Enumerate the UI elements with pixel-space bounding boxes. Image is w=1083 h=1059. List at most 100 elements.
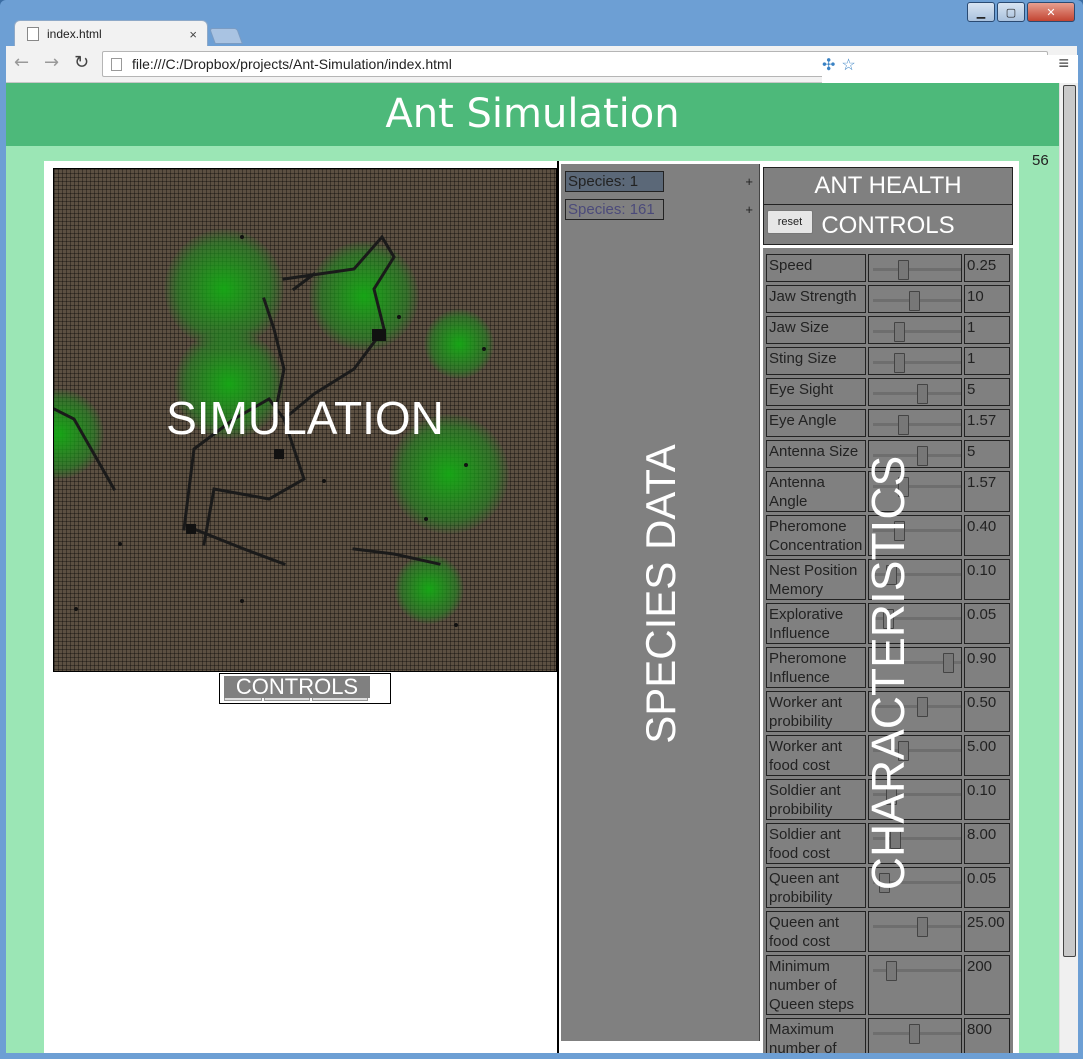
ant-trail	[192, 527, 286, 566]
species-panel: Species: 1 + Species: 161 + SPECIES DATA	[561, 164, 760, 1041]
back-icon[interactable]: ←	[14, 52, 29, 73]
slider-thumb[interactable]	[916, 917, 928, 937]
ant	[240, 235, 244, 239]
slider-thumb[interactable]	[886, 961, 898, 981]
slider-track[interactable]	[873, 330, 961, 333]
ant	[482, 347, 486, 351]
minimize-button[interactable]: ▁	[967, 2, 995, 22]
characteristic-name: Jaw Size	[766, 316, 866, 344]
slider-thumb[interactable]	[894, 353, 905, 373]
maximize-button[interactable]: ▢	[997, 2, 1025, 22]
fps-counter: 56	[1032, 152, 1049, 169]
characteristic-name: Queen ant probibility	[766, 867, 866, 908]
ant	[240, 599, 244, 603]
browser-tab[interactable]: index.html ×	[14, 20, 208, 47]
reload-icon[interactable]: ↻	[74, 52, 89, 73]
divider	[764, 204, 1012, 205]
characteristic-slider[interactable]	[868, 911, 962, 952]
ant-health-label: ANT HEALTH	[814, 172, 962, 199]
characteristic-name: Eye Sight	[766, 378, 866, 406]
slider-thumb[interactable]	[897, 415, 909, 435]
species-add-icon[interactable]: +	[745, 202, 753, 217]
address-bar[interactable]: file:///C:/Dropbox/projects/Ant-Simulati…	[102, 51, 1078, 952]
main-container: SIMULATION CONTROLS Species: 1 + Species…	[44, 161, 1019, 1053]
ant-nest	[186, 524, 196, 534]
characteristic-value: 200	[964, 955, 1010, 1015]
slider-thumb[interactable]	[943, 653, 955, 673]
menu-icon[interactable]: ≡	[1058, 53, 1069, 74]
characteristic-name: Queen ant food cost	[766, 911, 866, 952]
characteristic-slider[interactable]	[868, 378, 962, 406]
slider-track[interactable]	[873, 361, 961, 364]
characteristic-row: Minimum number of Queen steps 200	[766, 955, 1011, 1015]
characteristic-slider[interactable]	[868, 1018, 962, 1053]
characteristic-name: Jaw Strength	[766, 285, 866, 313]
characteristic-row: Queen ant food cost 25.00	[766, 911, 1011, 952]
characteristic-name: Pheromone Influence	[766, 647, 866, 688]
characteristic-value: 800	[964, 1018, 1010, 1053]
species-item[interactable]: Species: 1	[565, 171, 664, 192]
slider-thumb[interactable]	[916, 384, 928, 404]
browser-toolbar: ← → ↻ file:///C:/Dropbox/projects/Ant-Si…	[6, 46, 1078, 952]
characteristic-row: Eye Sight 5	[766, 378, 1011, 406]
species-item[interactable]: Species: 161	[565, 199, 664, 220]
url-text: file:///C:/Dropbox/projects/Ant-Simulati…	[132, 56, 452, 72]
ant	[397, 315, 401, 319]
ant	[74, 607, 78, 611]
new-tab-button[interactable]	[209, 28, 243, 44]
species-add-icon[interactable]: +	[745, 174, 753, 189]
characteristic-slider[interactable]	[868, 409, 962, 437]
characteristics-label: CHARACTERISTICS	[862, 455, 914, 891]
characteristics-panel: Speed 0.25 Jaw Strength 10 Jaw Size 1 Sting Si…	[763, 248, 1013, 1053]
ant-health-panel: ANT HEALTH reset CONTROLS	[763, 167, 1013, 245]
characteristic-slider[interactable]	[868, 955, 962, 1015]
characteristic-name: Worker ant food cost	[766, 735, 866, 776]
column-divider	[557, 161, 559, 1053]
characteristic-name: Pheromone Concentration	[766, 515, 866, 556]
slider-thumb[interactable]	[909, 1024, 921, 1044]
characteristic-value: 5	[964, 440, 1010, 468]
characteristic-slider[interactable]	[868, 316, 962, 344]
characteristic-value: 0.50	[964, 691, 1010, 732]
simulation-label: SIMULATION	[166, 392, 444, 444]
characteristic-value: 0.10	[964, 559, 1010, 600]
slider-thumb[interactable]	[909, 291, 921, 311]
slider-thumb[interactable]	[916, 697, 928, 717]
characteristic-row: Maximum number of 800	[766, 1018, 1011, 1053]
characteristic-value: 0.25	[964, 254, 1010, 282]
characteristic-name: Explorative Influence	[766, 603, 866, 644]
scrollbar-thumb[interactable]	[1063, 85, 1076, 957]
controls-label: CONTROLS	[224, 676, 370, 698]
characteristic-row: Eye Angle 1.57	[766, 409, 1011, 437]
slider-track[interactable]	[873, 423, 961, 426]
close-window-button[interactable]: ✕	[1027, 2, 1075, 22]
ant	[118, 542, 122, 546]
simulation-canvas[interactable]: SIMULATION	[53, 168, 557, 672]
characteristic-row: Jaw Strength 10	[766, 285, 1011, 313]
characteristic-row: Speed 0.25	[766, 254, 1011, 282]
characteristic-name: Soldier ant probibility	[766, 779, 866, 820]
characteristic-slider[interactable]	[868, 254, 962, 282]
browser-window: ▁ ▢ ✕ index.html × ← → ↻ file:///C:/Drop…	[0, 0, 1083, 1059]
slider-thumb[interactable]	[897, 260, 909, 280]
characteristic-value: 0.05	[964, 603, 1010, 644]
slider-thumb[interactable]	[894, 322, 905, 342]
tab-close-icon[interactable]: ×	[189, 27, 197, 42]
characteristic-name: Antenna Angle	[766, 471, 866, 512]
slider-thumb[interactable]	[916, 446, 928, 466]
tab-title: index.html	[47, 27, 102, 41]
characteristic-value: 1.57	[964, 471, 1010, 512]
characteristic-name: Speed	[766, 254, 866, 282]
characteristic-value: 5	[964, 378, 1010, 406]
characteristic-name: Worker ant probibility	[766, 691, 866, 732]
simulation-controls[interactable]: CONTROLS	[219, 673, 391, 704]
forward-icon[interactable]: →	[44, 52, 59, 73]
ant-trail	[182, 234, 396, 531]
page-scrollbar[interactable]	[1059, 83, 1078, 1053]
page-viewport: Ant Simulation 56 SIMULATION CONTROLS Sp…	[6, 83, 1059, 1053]
characteristic-slider[interactable]	[868, 285, 962, 313]
slider-track[interactable]	[873, 268, 961, 271]
characteristic-value: 10	[964, 285, 1010, 313]
characteristic-name: Antenna Size	[766, 440, 866, 468]
characteristic-slider[interactable]	[868, 347, 962, 375]
